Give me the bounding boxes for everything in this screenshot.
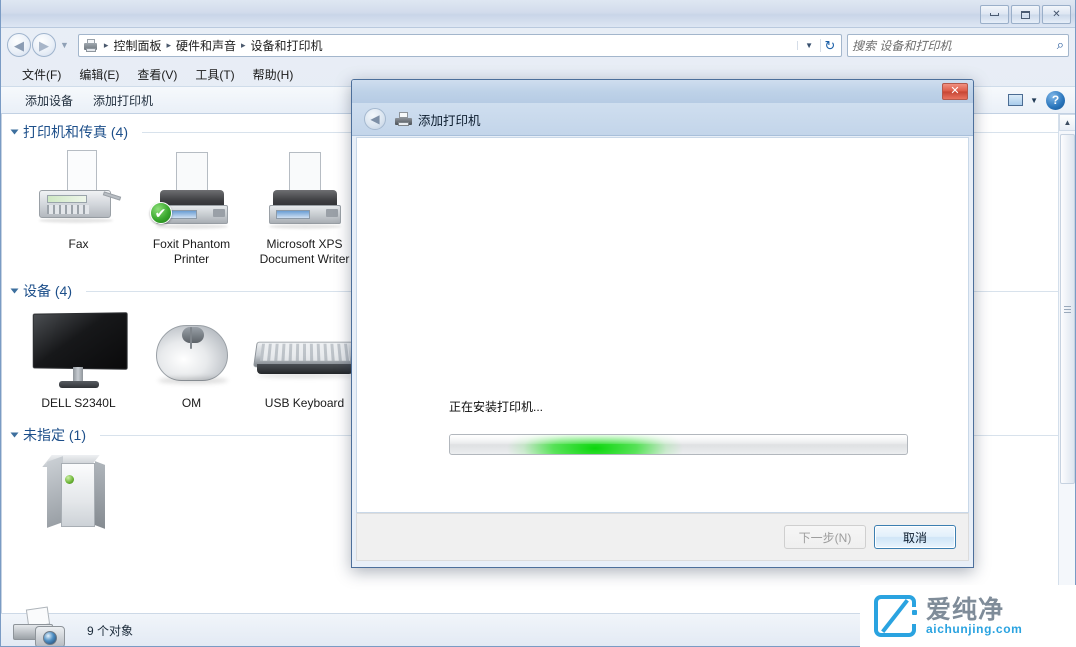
cancel-button[interactable]: 取消 — [874, 525, 956, 549]
search-icon: ⌕ — [1056, 37, 1064, 52]
device-item-fax[interactable]: Fax — [22, 146, 135, 252]
menu-item-help[interactable]: 帮助(H) — [244, 64, 303, 85]
printer-folder-icon — [83, 38, 99, 53]
collapse-triangle-icon[interactable] — [10, 432, 19, 438]
breadcrumb: ▸ 控制面板 ▸ 硬件和声音 ▸ 设备和打印机 — [102, 36, 797, 55]
monitor-icon — [29, 309, 129, 393]
breadcrumb-item-2[interactable]: 设备和打印机 — [248, 36, 326, 55]
vertical-scrollbar[interactable]: ▲ ▼ — [1058, 114, 1075, 613]
printer-camera-icon — [11, 606, 83, 646]
status-object-count: 9 个对象 — [87, 623, 134, 638]
watermark-text: 爱纯净 aichunjing.com — [926, 595, 1023, 636]
fax-icon — [33, 150, 125, 234]
scroll-up-icon[interactable]: ▲ — [1059, 114, 1075, 131]
printer-icon: ✔ — [146, 150, 238, 234]
scrollbar-thumb[interactable] — [1060, 134, 1075, 484]
group-title: 未指定 (1) — [23, 427, 86, 443]
menu-item-file[interactable]: 文件(F) — [13, 64, 70, 85]
item-label: USB Keyboard — [264, 396, 345, 410]
breadcrumb-separator-2: ▸ — [241, 39, 246, 50]
close-button[interactable]: ✕ — [1042, 5, 1071, 24]
recent-pages-dropdown-icon[interactable]: ▼ — [57, 40, 72, 50]
device-item-om[interactable]: OM — [135, 305, 248, 411]
navigation-buttons: ◀ ▶ ▼ — [7, 33, 72, 57]
device-item-unspecified[interactable] — [22, 449, 135, 540]
window-titlebar: ✕ — [1, 0, 1075, 28]
watermark-chinese: 爱纯净 — [926, 595, 1005, 624]
item-thumbnail — [22, 305, 135, 393]
search-box[interactable]: 搜索 设备和打印机 ⌕ — [847, 33, 1069, 57]
aichunjing-logo-icon — [874, 595, 918, 637]
dialog-title: 添加打印机 — [418, 113, 481, 128]
menu-item-edit[interactable]: 编辑(E) — [70, 64, 128, 85]
collapse-triangle-icon[interactable] — [10, 288, 19, 294]
add-printer-dialog: ✕ ◀ 添加打印机 正在安装打印机... 下一步(N) 取消 — [351, 79, 974, 568]
progress-bar-gloss — [450, 435, 907, 445]
address-bar-actions: ▼ ↻ — [797, 38, 839, 52]
chevron-down-icon[interactable]: ▼ — [797, 40, 820, 50]
next-button[interactable]: 下一步(N) — [784, 525, 866, 549]
printer-icon — [259, 150, 351, 234]
item-label — [22, 537, 135, 540]
search-input[interactable]: 搜索 设备和打印机 — [852, 37, 1057, 54]
device-item-microsoft-xps-document-writer[interactable]: Microsoft XPS Document Writer — [248, 146, 361, 267]
group-title: 设备 (4) — [23, 283, 72, 299]
computer-tower-icon — [33, 453, 125, 537]
menu-item-tools[interactable]: 工具(T) — [186, 64, 243, 85]
dialog-footer: 下一步(N) 取消 — [356, 513, 969, 561]
group-title: 打印机和传真 (4) — [23, 124, 128, 140]
dialog-back-button[interactable]: ◀ — [364, 108, 386, 130]
item-thumbnail — [248, 146, 361, 234]
device-item-usb-keyboard[interactable]: USB Keyboard — [248, 305, 361, 411]
item-thumbnail: ✔ — [135, 146, 248, 234]
item-label: Microsoft XPS Document Writer — [259, 237, 350, 266]
dialog-navigation-bar: ◀ 添加打印机 — [352, 103, 973, 136]
maximize-button[interactable] — [1011, 5, 1040, 24]
forward-button[interactable]: ▶ — [32, 33, 56, 57]
dialog-titlebar: ✕ — [352, 80, 973, 103]
dialog-body: 正在安装打印机... — [356, 137, 969, 513]
keyboard-icon — [252, 309, 357, 393]
window-controls: ✕ — [980, 5, 1071, 24]
scrollbar-grip-icon — [1064, 305, 1071, 313]
item-label: Foxit Phantom Printer — [152, 237, 231, 266]
mouse-icon — [146, 309, 238, 393]
breadcrumb-separator-1: ▸ — [166, 39, 171, 50]
refresh-icon[interactable]: ↻ — [820, 38, 839, 52]
add-device-button[interactable]: 添加设备 — [15, 89, 83, 112]
menu-item-view[interactable]: 查看(V) — [128, 64, 186, 85]
address-bar-row: ◀ ▶ ▼ ▸ 控制面板 ▸ 硬件和声音 ▸ 设备和打印机 ▼ ↻ 搜索 设备和… — [1, 28, 1075, 62]
collapse-triangle-icon[interactable] — [10, 129, 19, 135]
watermark-domain: aichunjing.com — [926, 621, 1023, 636]
change-view-icon[interactable] — [1004, 91, 1026, 109]
breadcrumb-separator-0: ▸ — [103, 39, 109, 50]
item-thumbnail — [135, 305, 248, 393]
watermark: 爱纯净 aichunjing.com — [860, 585, 1076, 647]
item-label: DELL S2340L — [41, 396, 116, 410]
chevron-down-icon[interactable]: ▼ — [1026, 96, 1046, 105]
breadcrumb-item-0[interactable]: 控制面板 — [110, 36, 164, 55]
address-bar[interactable]: ▸ 控制面板 ▸ 硬件和声音 ▸ 设备和打印机 ▼ ↻ — [77, 33, 842, 57]
device-item-dell-s2340l[interactable]: DELL S2340L — [22, 305, 135, 411]
item-thumbnail — [22, 146, 135, 234]
add-printer-button[interactable]: 添加打印机 — [83, 89, 163, 112]
dialog-close-button[interactable]: ✕ — [942, 83, 968, 100]
breadcrumb-item-1[interactable]: 硬件和声音 — [173, 36, 239, 55]
printer-icon — [395, 111, 412, 127]
device-item-foxit-phantom-printer[interactable]: ✔ Foxit Phantom Printer — [135, 146, 248, 267]
install-progress-bar — [449, 434, 908, 455]
back-button[interactable]: ◀ — [7, 33, 31, 57]
item-label: OM — [181, 396, 202, 410]
help-icon[interactable]: ? — [1046, 90, 1065, 110]
minimize-button[interactable] — [980, 5, 1009, 24]
item-thumbnail — [22, 449, 135, 537]
default-printer-check-icon: ✔ — [149, 202, 172, 224]
item-thumbnail — [248, 305, 361, 393]
install-status-text: 正在安装打印机... — [449, 400, 544, 414]
item-label: Fax — [68, 237, 89, 251]
